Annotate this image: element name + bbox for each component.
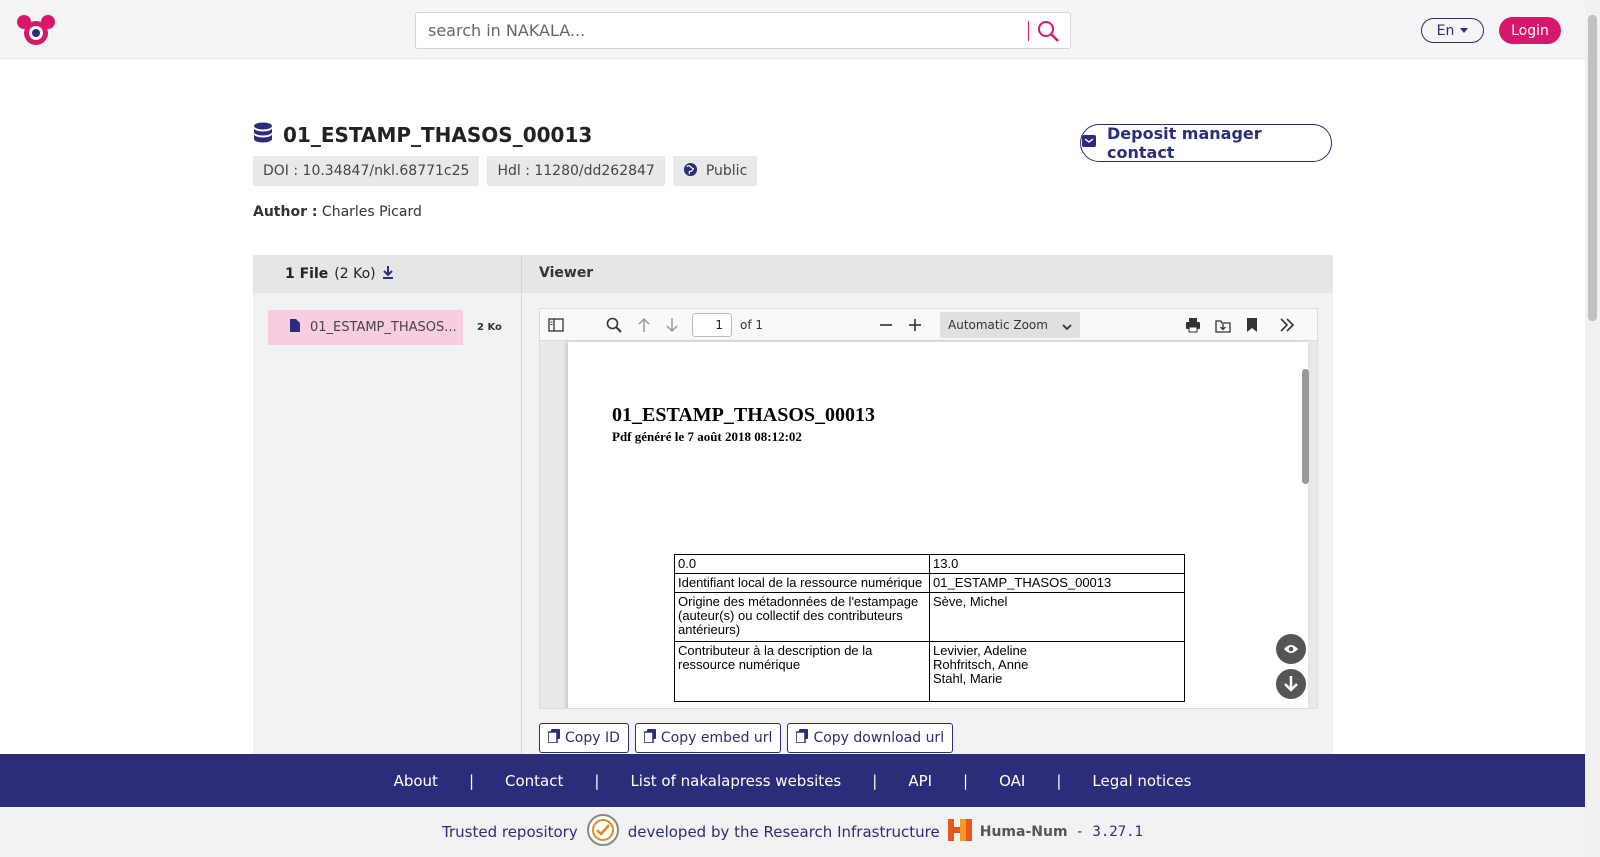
pdf-document-subtitle: Pdf généré le 7 août 2018 08:12:02 bbox=[612, 429, 802, 444]
version-label: - 3.27.1 bbox=[1075, 824, 1143, 840]
visibility-label: Public bbox=[705, 163, 748, 179]
chevron-down-icon bbox=[1062, 320, 1072, 334]
zoom-select[interactable]: Automatic Zoom bbox=[940, 312, 1080, 338]
contact-label: Deposit manager contact bbox=[1107, 124, 1262, 162]
zoom-in-icon[interactable] bbox=[905, 315, 925, 335]
copy-icon bbox=[547, 729, 560, 747]
footer-credits: Trusted repository developed by the Rese… bbox=[0, 807, 1585, 857]
table-cell: Contributeur à la description de la ress… bbox=[674, 641, 930, 702]
trusted-repository-text: Trusted repository bbox=[442, 823, 578, 841]
pdf-scrollbar-thumb[interactable] bbox=[1302, 369, 1309, 484]
file-count: 1 File bbox=[285, 266, 329, 282]
next-page-icon[interactable] bbox=[662, 315, 682, 335]
files-viewer-panel: 1 File (2 Ko) Viewer 01_ESTAMP_THASOS...… bbox=[253, 255, 1333, 755]
files-header: 1 File (2 Ko) bbox=[285, 265, 394, 283]
table-cell: 0.0 bbox=[674, 554, 930, 574]
search-divider bbox=[1028, 21, 1029, 41]
pdf-toolbar: 1 of 1 Automatic Zoom bbox=[540, 309, 1317, 341]
footer-links: About | Contact | List of nakalapress we… bbox=[0, 754, 1585, 807]
author-line: Author : Charles Picard bbox=[253, 204, 422, 220]
pdf-viewer: 1 of 1 Automatic Zoom 01_ESTAMP_THASOS_0… bbox=[539, 308, 1318, 709]
copy-download-label: Copy download url bbox=[813, 730, 945, 746]
table-cell: 13.0 bbox=[929, 554, 1185, 574]
panel-divider bbox=[521, 255, 522, 755]
file-size: 2 Ko bbox=[477, 322, 502, 333]
deposit-manager-contact-button[interactable]: Deposit manager contact bbox=[1080, 124, 1332, 162]
footer-link-nakalapress[interactable]: List of nakalapress websites bbox=[599, 772, 872, 790]
table-cell: Levivier, Adeline Rohfritsch, Anne Stahl… bbox=[929, 641, 1185, 702]
download-icon[interactable] bbox=[1213, 315, 1233, 335]
pdf-page: 01_ESTAMP_THASOS_00013 Pdf généré le 7 a… bbox=[568, 342, 1308, 708]
file-name: 01_ESTAMP_THASOS... bbox=[310, 320, 457, 335]
identifier-badges: DOI : 10.34847/nkl.68771c25 Hdl : 11280/… bbox=[253, 156, 758, 186]
huma-num-logo-icon[interactable] bbox=[947, 819, 972, 845]
sidebar-toggle-icon[interactable] bbox=[546, 315, 566, 335]
copy-icon bbox=[795, 729, 809, 747]
database-icon bbox=[253, 122, 273, 148]
search-icon[interactable] bbox=[1036, 19, 1062, 43]
viewer-heading: Viewer bbox=[539, 265, 594, 281]
pdf-metadata-table: 0.0 13.0 Identifiant local de la ressour… bbox=[674, 554, 1185, 702]
copy-buttons-row: Copy ID Copy embed url Copy download url bbox=[539, 723, 954, 753]
footer-link-legal[interactable]: Legal notices bbox=[1061, 772, 1222, 790]
page-title: 01_ESTAMP_THASOS_00013 bbox=[283, 123, 593, 147]
table-row: 0.0 13.0 bbox=[674, 554, 1185, 574]
tools-menu-icon[interactable] bbox=[1277, 315, 1297, 335]
total-size: (2 Ko) bbox=[334, 266, 376, 282]
panel-header: 1 File (2 Ko) Viewer bbox=[253, 255, 1333, 293]
top-navbar: En Login bbox=[0, 0, 1585, 59]
table-cell: Sève, Michel bbox=[929, 592, 1185, 642]
copy-embed-url-button[interactable]: Copy embed url bbox=[634, 723, 782, 753]
find-icon[interactable] bbox=[604, 315, 624, 335]
author-name[interactable]: Charles Picard bbox=[322, 204, 422, 220]
footer-link-api[interactable]: API bbox=[877, 772, 963, 790]
zoom-label: Automatic Zoom bbox=[948, 318, 1048, 332]
huma-num-label: Huma-Num bbox=[979, 824, 1068, 840]
page-scrollbar-thumb[interactable] bbox=[1588, 15, 1597, 321]
language-label: En bbox=[1436, 22, 1455, 39]
file-icon bbox=[290, 319, 300, 336]
copy-embed-label: Copy embed url bbox=[660, 730, 773, 746]
table-row: Identifiant local de la ressource numéri… bbox=[674, 573, 1185, 593]
search-input[interactable] bbox=[416, 13, 1006, 48]
login-button[interactable]: Login bbox=[1499, 17, 1561, 44]
developed-by-text: developed by the Research Infrastructure bbox=[627, 823, 940, 841]
nakala-logo-icon[interactable] bbox=[16, 14, 56, 46]
zoom-out-icon[interactable] bbox=[876, 315, 896, 335]
file-item[interactable]: 01_ESTAMP_THASOS... bbox=[268, 310, 463, 345]
handle-badge[interactable]: Hdl : 11280/dd262847 bbox=[487, 156, 665, 186]
footer-link-about[interactable]: About bbox=[363, 772, 469, 790]
envelope-icon bbox=[1081, 133, 1097, 153]
copy-id-button[interactable]: Copy ID bbox=[539, 723, 629, 753]
coretrustseal-logo-icon[interactable] bbox=[586, 813, 620, 851]
page-scrollbar[interactable] bbox=[1585, 0, 1600, 857]
globe-icon bbox=[683, 162, 698, 181]
footer-link-contact[interactable]: Contact bbox=[474, 772, 594, 790]
bookmark-icon[interactable] bbox=[1242, 315, 1262, 335]
table-cell: Identifiant local de la ressource numéri… bbox=[674, 573, 930, 593]
author-label: Author : bbox=[253, 204, 318, 220]
visibility-badge: Public bbox=[672, 156, 758, 186]
footer-link-oai[interactable]: OAI bbox=[968, 772, 1056, 790]
page-number-input[interactable]: 1 bbox=[692, 313, 732, 337]
copy-id-label: Copy ID bbox=[565, 730, 620, 746]
print-icon[interactable] bbox=[1183, 315, 1203, 335]
eye-icon[interactable] bbox=[1276, 634, 1306, 664]
table-cell: 01_ESTAMP_THASOS_00013 bbox=[929, 573, 1185, 593]
pdf-document-title: 01_ESTAMP_THASOS_00013 bbox=[612, 404, 875, 426]
copy-download-url-button[interactable]: Copy download url bbox=[787, 723, 954, 753]
download-arrow-icon[interactable] bbox=[1276, 669, 1306, 699]
page-count: of 1 bbox=[740, 318, 764, 332]
table-row: Origine des métadonnées de l'estampage (… bbox=[674, 592, 1185, 642]
previous-page-icon[interactable] bbox=[634, 315, 654, 335]
doi-badge[interactable]: DOI : 10.34847/nkl.68771c25 bbox=[253, 156, 480, 186]
language-dropdown[interactable]: En bbox=[1421, 18, 1484, 43]
table-cell: Origine des métadonnées de l'estampage (… bbox=[674, 592, 930, 642]
search-box bbox=[415, 12, 1071, 49]
download-all-icon[interactable] bbox=[382, 265, 394, 283]
record-title-row: 01_ESTAMP_THASOS_00013 bbox=[253, 122, 592, 148]
table-row: Contributeur à la description de la ress… bbox=[674, 641, 1185, 702]
chevron-down-icon bbox=[1460, 28, 1469, 33]
copy-icon bbox=[643, 729, 656, 747]
